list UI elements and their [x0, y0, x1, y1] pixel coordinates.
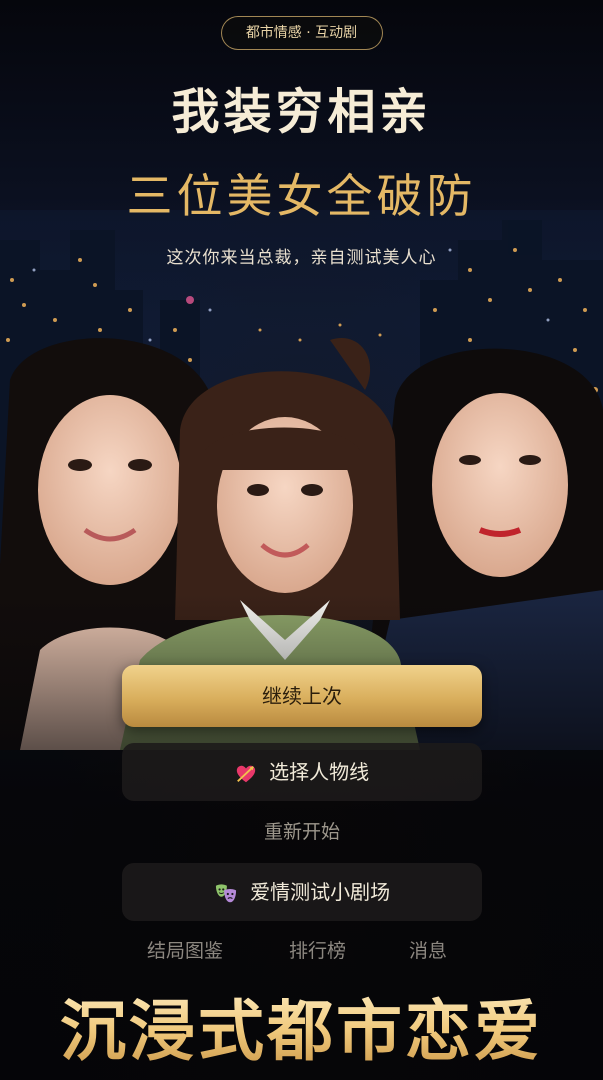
promo-slogan: 沉浸式都市恋爱: [0, 978, 603, 1074]
continue-button[interactable]: 继续上次: [122, 665, 482, 727]
game-subtitle: 这次你来当总裁，亲自测试美人心: [166, 248, 437, 268]
bottom-nav: 结局图鉴 排行榜 消息: [0, 936, 603, 968]
select-character-route-button[interactable]: 选择人物线: [122, 743, 482, 801]
nav-messages[interactable]: 消息: [409, 936, 447, 963]
select-character-route-label: 选择人物线: [269, 760, 370, 784]
love-test-theater-button[interactable]: 爱情测试小剧场: [122, 863, 482, 921]
heart-arrow-icon: [236, 765, 255, 782]
love-test-theater-label: 爱情测试小剧场: [250, 880, 391, 904]
restart-button[interactable]: 重新开始: [122, 812, 482, 852]
nav-ranking[interactable]: 排行榜: [289, 936, 346, 963]
restart-label: 重新开始: [263, 821, 340, 843]
game-title-line2: 三位美女全破防: [126, 169, 477, 223]
genre-tag: 都市情感 · 互动剧: [220, 16, 383, 50]
game-title-line1: 我装穷相亲: [171, 84, 432, 140]
continue-label: 继续上次: [262, 684, 342, 708]
theater-masks-icon: [215, 883, 236, 902]
nav-endings-gallery[interactable]: 结局图鉴: [147, 936, 223, 963]
